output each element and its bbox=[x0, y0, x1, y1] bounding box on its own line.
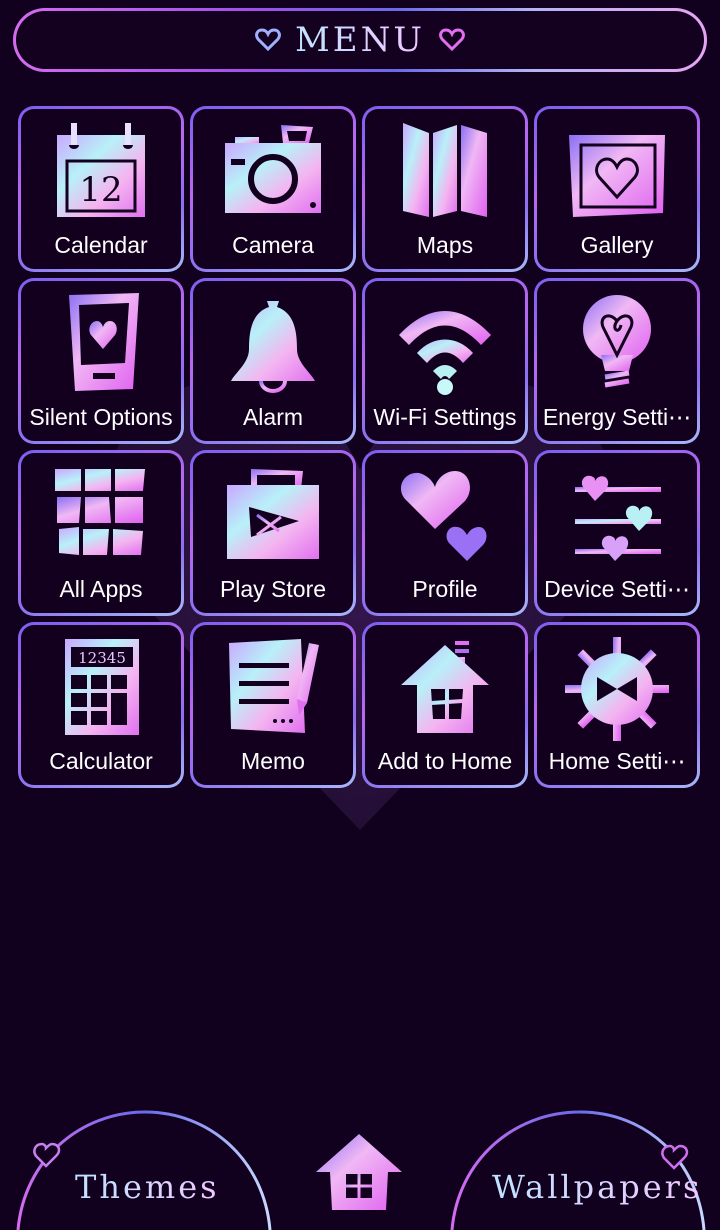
tile-label: Camera bbox=[232, 232, 314, 258]
gear-icon bbox=[565, 637, 669, 741]
heart-outline-icon bbox=[33, 1142, 61, 1168]
shopping-bag-icon bbox=[227, 469, 319, 559]
tile-label: Silent Options bbox=[29, 404, 173, 430]
gallery-icon bbox=[569, 135, 665, 217]
home-icon[interactable] bbox=[314, 1132, 404, 1212]
phone-silent-icon bbox=[69, 293, 139, 391]
bell-icon bbox=[231, 301, 315, 393]
tile-label: Add to Home bbox=[377, 748, 513, 774]
calendar-icon: 12 bbox=[57, 123, 145, 217]
tile-energy-settings[interactable]: Energy Setti⋯ bbox=[534, 278, 700, 444]
menu-header: MENU bbox=[13, 8, 707, 72]
tile-label: Alarm bbox=[242, 404, 304, 430]
calculator-display: 12345 bbox=[78, 649, 126, 667]
tile-gallery[interactable]: Gallery bbox=[534, 106, 700, 272]
tile-label: Energy Setti⋯ bbox=[542, 404, 692, 430]
wallpapers-button[interactable]: Wallpapers bbox=[492, 1168, 702, 1206]
themes-button[interactable]: Themes bbox=[75, 1168, 220, 1206]
tile-silent-options[interactable]: Silent Options bbox=[18, 278, 184, 444]
tile-device-settings[interactable]: Device Setti⋯ bbox=[534, 450, 700, 616]
tile-label: Calculator bbox=[49, 748, 153, 774]
wifi-icon bbox=[399, 311, 491, 395]
tile-label: All Apps bbox=[59, 576, 143, 602]
tile-all-apps[interactable]: All Apps bbox=[18, 450, 184, 616]
calculator-icon: 12345 bbox=[65, 639, 139, 735]
lightbulb-icon bbox=[583, 295, 651, 388]
house-icon bbox=[401, 641, 489, 733]
tile-label: Gallery bbox=[580, 232, 654, 258]
tile-home-settings[interactable]: Home Setti⋯ bbox=[534, 622, 700, 788]
tile-calendar[interactable]: 12 Calendar bbox=[18, 106, 184, 272]
grid-icon bbox=[55, 469, 145, 555]
tile-maps[interactable]: Maps bbox=[362, 106, 528, 272]
tile-label: Profile bbox=[412, 576, 478, 602]
camera-icon bbox=[225, 125, 321, 213]
tile-label: Play Store bbox=[219, 576, 327, 602]
tile-label: Calendar bbox=[54, 232, 148, 258]
sliders-icon bbox=[575, 475, 661, 561]
tile-calculator[interactable]: 12345 Calculator bbox=[18, 622, 184, 788]
heart-outline-icon bbox=[255, 28, 281, 52]
tile-label: Home Setti⋯ bbox=[548, 748, 686, 774]
hearts-icon bbox=[400, 471, 487, 561]
tile-add-to-home[interactable]: Add to Home bbox=[362, 622, 528, 788]
page-title: MENU bbox=[294, 20, 426, 60]
tile-label: Maps bbox=[416, 232, 474, 258]
map-icon bbox=[403, 123, 487, 217]
wallpapers-button-frame[interactable] bbox=[420, 1100, 720, 1230]
calendar-date: 12 bbox=[79, 170, 122, 210]
app-grid: 12 Calendar Camera Maps Gallery Silent O… bbox=[18, 106, 704, 788]
tile-camera[interactable]: Camera bbox=[190, 106, 356, 272]
heart-outline-icon bbox=[439, 28, 465, 52]
tile-label: Wi-Fi Settings bbox=[373, 404, 517, 430]
tile-label: Device Setti⋯ bbox=[544, 576, 690, 602]
memo-icon bbox=[229, 639, 319, 733]
tile-label: Memo bbox=[241, 748, 305, 774]
tile-alarm[interactable]: Alarm bbox=[190, 278, 356, 444]
tile-wifi-settings[interactable]: Wi-Fi Settings bbox=[362, 278, 528, 444]
tile-play-store[interactable]: Play Store bbox=[190, 450, 356, 616]
tile-memo[interactable]: Memo bbox=[190, 622, 356, 788]
themes-button-frame[interactable] bbox=[0, 1100, 300, 1230]
tile-profile[interactable]: Profile bbox=[362, 450, 528, 616]
